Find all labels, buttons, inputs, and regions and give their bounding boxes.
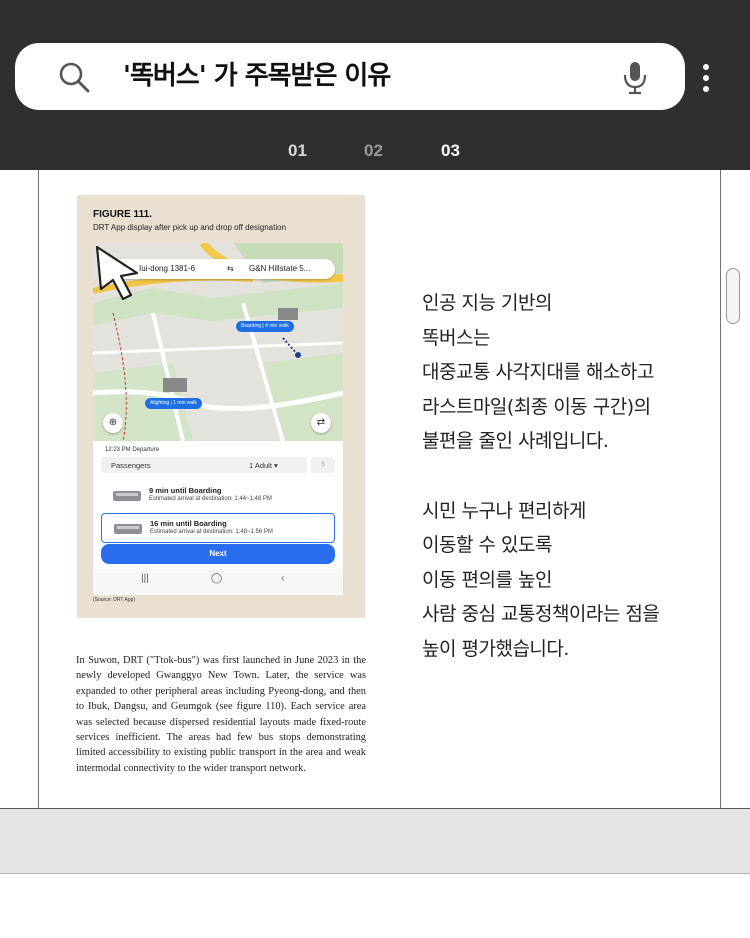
more-options-icon[interactable] [696,60,716,96]
korean-line: 불편을 줄인 사례입니다. [422,430,609,453]
tab-02[interactable]: 02 [364,141,383,161]
passengers-selector[interactable]: Passengers 1 Adult ▾ [101,457,307,473]
korean-line: 높이 평가했습니다. [422,637,569,660]
scrollbar-thumb[interactable] [726,268,740,324]
korean-line: 똑버스는 [422,326,490,349]
departure-time: 12:23 PM Departure [105,447,160,453]
booking-sheet: 12:23 PM Departure Passengers 1 Adult ▾ … [93,441,343,595]
korean-line: 이동할 수 있도록 [422,534,552,557]
ride-option-2[interactable]: 16 min until Boarding Estimated arrival … [101,513,335,543]
search-query-text[interactable]: '똑버스' 가 주목받은 이유 [123,57,391,95]
article-content: FIGURE 111. DRT App display after pick u… [0,170,750,810]
bus-icon [113,491,141,501]
home-icon[interactable]: ◯ [211,573,222,584]
tab-03[interactable]: 03 [441,141,460,161]
top-header: '똑버스' 가 주목받은 이유 01 02 03 [0,0,750,170]
phone-screenshot: ← Iui-dong 1381-6 ⇆ G&N Hillstate 5... B… [93,243,343,595]
korean-line: 이동 편의를 높인 [422,568,552,591]
option-detail: Estimated arrival at destination: 1:44~1… [149,496,272,502]
microphone-icon[interactable] [622,60,648,96]
option-detail: Estimated arrival at destination: 1:48~1… [150,529,273,535]
alighting-tag: Alighting | 1 min walk [145,398,202,409]
figure-image: FIGURE 111. DRT App display after pick u… [77,195,365,618]
next-button[interactable]: Next [101,544,335,564]
option-title: 16 min until Boarding [150,519,227,528]
korean-line: 대중교통 사각지대를 해소하고 [422,361,654,384]
left-border-line [38,170,39,810]
page: '똑버스' 가 주목받은 이유 01 02 03 FIGURE 111. DRT… [0,0,750,938]
swap-route-icon[interactable]: ⇄ [311,413,331,433]
korean-text-block: 인공 지능 기반의 똑버스는 대중교통 사각지대를 해소하고 라스트마일(최종 … [422,286,712,667]
search-bar[interactable]: '똑버스' 가 주목받은 이유 [15,43,685,110]
english-paragraph: In Suwon, DRT ("Ttok-bus") was first lau… [76,655,366,774]
korean-line: 시민 누구나 편리하게 [422,499,586,522]
korean-line: 사람 중심 교통정책이라는 점을 [422,603,660,626]
route-destination: G&N Hillstate 5... [249,264,311,273]
figure-subtitle: DRT App display after pick up and drop o… [93,223,287,232]
passengers-extra-button[interactable]: S [311,457,335,473]
cursor-arrow-icon [95,245,139,301]
korean-line: 인공 지능 기반의 [422,292,552,314]
passengers-value: 1 Adult ▾ [249,461,278,470]
swap-icon[interactable]: ⇆ [227,264,234,273]
option-title: 9 min until Boarding [149,486,222,495]
nav-back-icon[interactable]: ‹ [281,573,284,584]
korean-line: 라스트마일(최종 이동 구간)의 [422,395,651,418]
passengers-label: Passengers [111,461,151,470]
right-border-line [720,170,721,810]
locate-icon[interactable]: ⊕ [103,413,123,433]
map-view: ← Iui-dong 1381-6 ⇆ G&N Hillstate 5... B… [93,243,343,441]
bus-icon [114,524,142,534]
page-tabs: 01 02 03 [0,132,750,168]
android-nav-bar: ||| ◯ ‹ [93,569,343,593]
boarding-tag: Boarding | 4 min walk [236,321,294,332]
bottom-bar [0,808,750,874]
figure-source: (Source: DRT App) [93,597,136,603]
search-icon[interactable] [57,60,91,94]
figure-title: FIGURE 111. [93,209,152,220]
recent-apps-icon[interactable]: ||| [141,573,149,584]
route-origin: Iui-dong 1381-6 [139,264,196,273]
ride-option-1[interactable]: 9 min until Boarding Estimated arrival a… [101,481,335,511]
tab-01[interactable]: 01 [288,141,307,161]
